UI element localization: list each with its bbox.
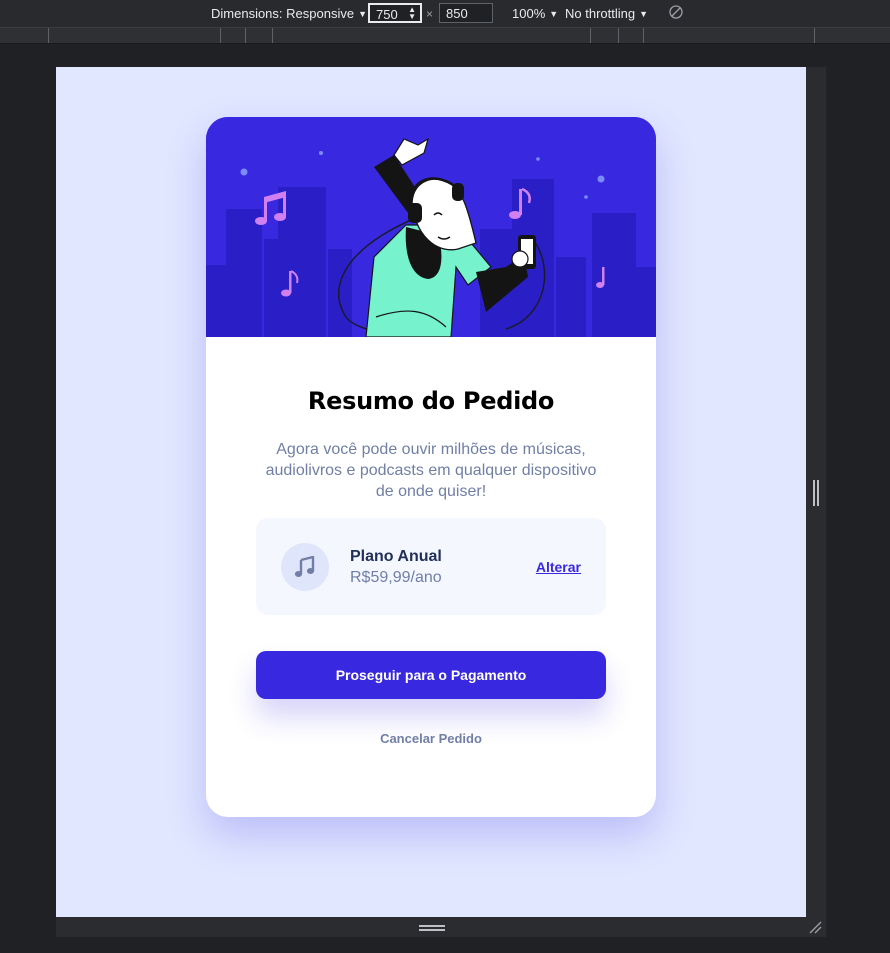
throttling-label: No throttling: [565, 6, 636, 21]
media-query-ruler[interactable]: [0, 28, 890, 44]
chevron-down-icon: ▼: [549, 9, 559, 19]
zoom-label: 100%: [512, 6, 546, 21]
resize-handle-bottom[interactable]: [419, 925, 445, 931]
height-input[interactable]: 850: [439, 3, 493, 23]
ruler-tick: [618, 28, 619, 43]
ruler-tick: [245, 28, 246, 43]
width-value: 750: [376, 7, 398, 22]
cancel-order-button[interactable]: Cancelar Pedido: [206, 731, 656, 746]
chevron-down-icon: ▼: [639, 9, 649, 19]
ruler-tick: [48, 28, 49, 43]
resize-corner-icon[interactable]: [808, 920, 822, 939]
spinner-icon[interactable]: ▲ ▼: [408, 6, 416, 21]
change-plan-link[interactable]: Alterar: [536, 559, 581, 575]
ruler-tick: [272, 28, 273, 43]
width-input[interactable]: 750 ▲ ▼: [368, 3, 422, 23]
dimensions-label: Dimensions: Responsive: [211, 6, 355, 21]
resize-handle-right[interactable]: [813, 480, 819, 506]
plan-summary-box: Plano Anual R$59,99/ano Alterar: [256, 518, 606, 615]
dimensions-dropdown[interactable]: Dimensions: Responsive ▼: [211, 6, 367, 21]
ruler-tick: [220, 28, 221, 43]
order-summary-card: Resumo do Pedido Agora você pode ouvir m…: [206, 117, 656, 817]
throttling-dropdown[interactable]: No throttling ▼: [565, 6, 648, 21]
ruler-tick: [814, 28, 815, 43]
page-viewport: Resumo do Pedido Agora você pode ouvir m…: [56, 67, 806, 917]
ruler-tick: [590, 28, 591, 43]
rotate-icon[interactable]: [669, 5, 683, 22]
music-note-icon: [281, 543, 329, 591]
height-value: 850: [446, 6, 468, 21]
chevron-down-icon: ▼: [358, 9, 367, 19]
hero-illustration: [206, 117, 656, 337]
dimension-separator: ×: [426, 7, 434, 21]
devtools-toolbar: Dimensions: Responsive ▼ 750 ▲ ▼ × 850 100…: [0, 0, 890, 28]
card-title-text: Resumo do Pedido: [307, 387, 555, 415]
zoom-dropdown[interactable]: 100% ▼: [512, 6, 558, 21]
ruler-tick: [643, 28, 644, 43]
plan-price: R$59,99/ano: [350, 569, 442, 586]
plan-name: Plano Anual: [350, 548, 442, 565]
card-title: Resumo do Pedido: [206, 387, 656, 415]
proceed-to-payment-button[interactable]: Proseguir para o Pagamento: [256, 651, 606, 699]
card-description: Agora você pode ouvir milhões de músicas…: [265, 441, 597, 500]
